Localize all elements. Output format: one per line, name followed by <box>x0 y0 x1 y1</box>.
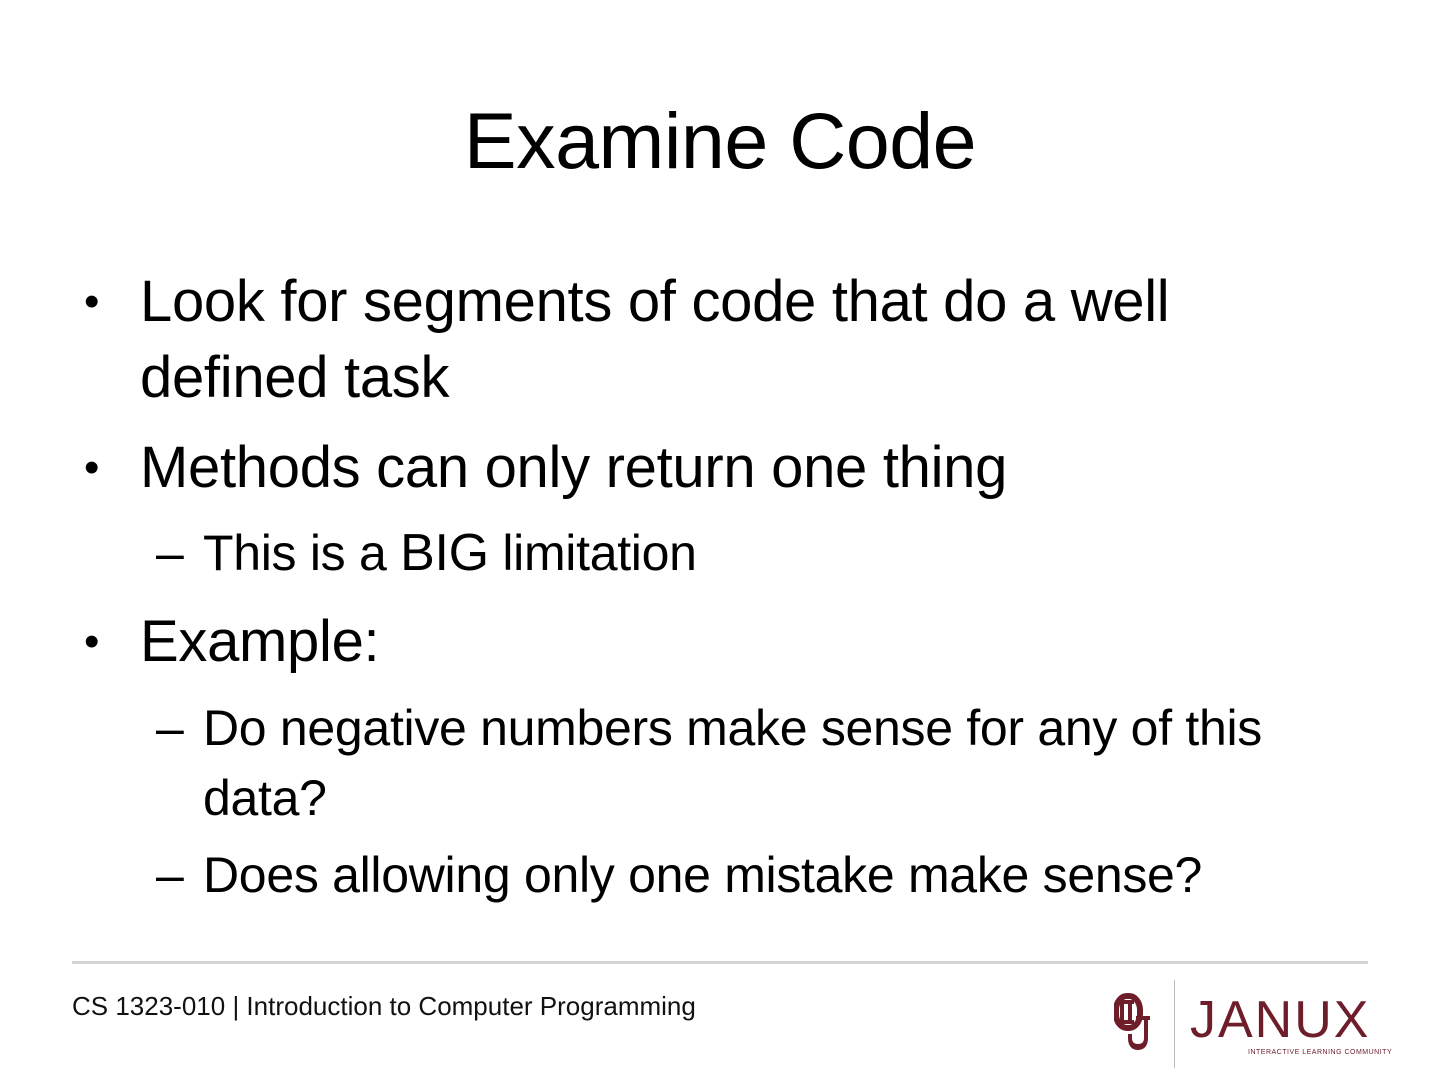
sub-bullet-text-before: This is a <box>203 525 401 581</box>
sub-bullet-text: Does allowing only one mistake make sens… <box>203 847 1203 903</box>
ou-logo-icon <box>1114 993 1150 1050</box>
sub-bullet-marker: – <box>156 700 184 756</box>
footer-divider <box>72 961 1368 964</box>
sub-bullet-text-after: limitation <box>488 525 697 581</box>
bullet-marker: • <box>84 617 100 666</box>
bullet-text: Example: <box>140 609 380 674</box>
janux-tagline: INTERACTIVE LEARNING COMMUNITY <box>1248 1049 1393 1056</box>
footer-logos: JANUX INTERACTIVE LEARNING COMMUNITY <box>1110 976 1392 1072</box>
sub-bullet-text: Do negative numbers make sense for any o… <box>203 700 1262 826</box>
emphasis-word: BIG <box>400 524 489 582</box>
sub-bullet-marker: – <box>156 847 184 903</box>
sub-bullet-marker: – <box>156 525 184 581</box>
sub-bullet-text: This is a BIG limitation <box>203 518 1353 588</box>
logo-divider <box>1174 980 1175 1068</box>
janux-logo: JANUX <box>1190 991 1371 1049</box>
bullet-text: Look for segments of code that do a well… <box>140 269 1170 410</box>
bullet-marker: • <box>84 443 100 492</box>
bullet-text: Methods can only return one thing <box>140 435 1008 500</box>
bullet-list: • Look for segments of code that do a we… <box>0 0 1440 950</box>
bullet-marker: • <box>84 277 100 326</box>
footer-course-title: CS 1323-010 | Introduction to Computer P… <box>72 991 696 1021</box>
